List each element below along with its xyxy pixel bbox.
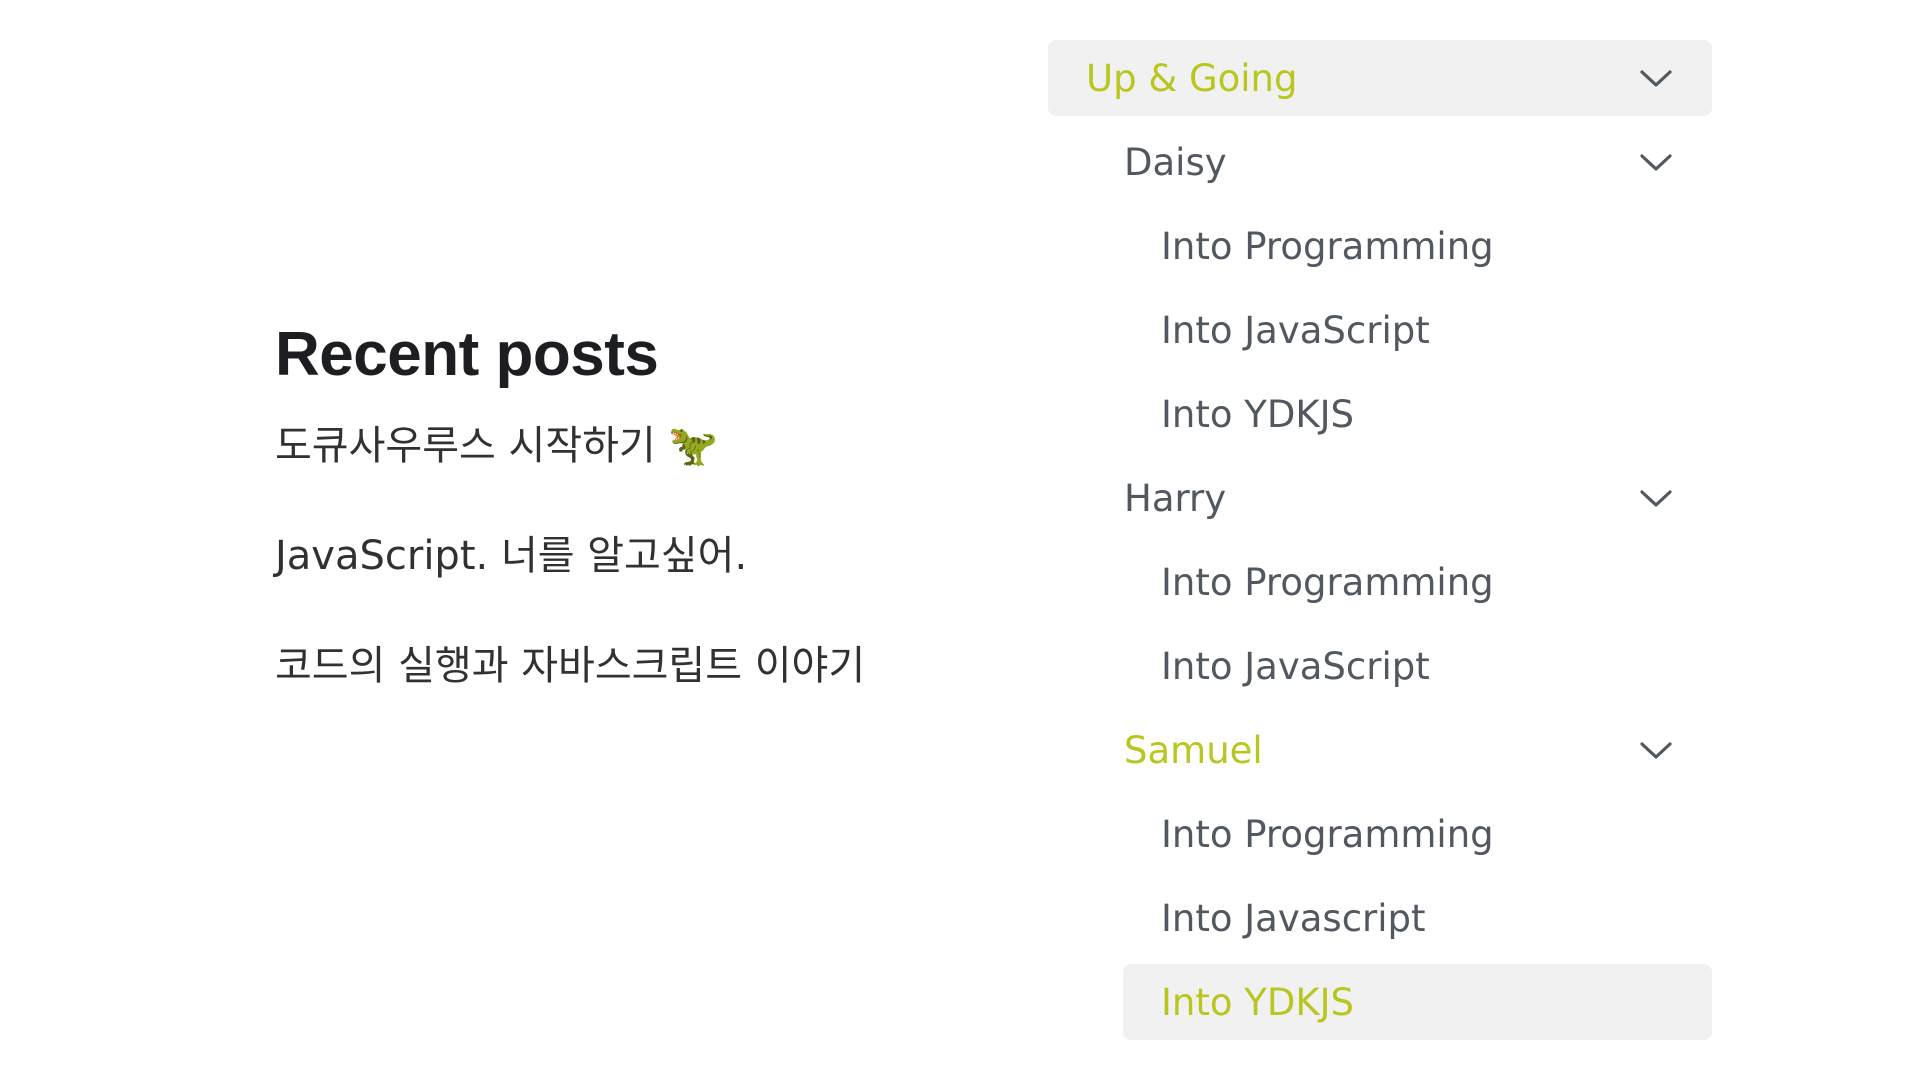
sidebar-item-label: Into JavaScript bbox=[1161, 308, 1430, 352]
sidebar-item-into-programming[interactable]: Into Programming bbox=[1048, 208, 1712, 284]
sidebar-item-into-ydkjs[interactable]: Into YDKJS bbox=[1048, 376, 1712, 452]
chevron-down-icon[interactable] bbox=[1636, 730, 1676, 770]
chevron-down-icon[interactable] bbox=[1636, 58, 1676, 98]
sidebar-group-daisy[interactable]: Daisy bbox=[1048, 124, 1712, 200]
sidebar-group-label: Daisy bbox=[1124, 140, 1227, 184]
sidebar-item-label: Into JavaScript bbox=[1161, 644, 1430, 688]
sidebar-item-label: Into Javascript bbox=[1161, 896, 1426, 940]
sidebar-group-samuel[interactable]: Samuel bbox=[1048, 712, 1712, 788]
chevron-down-icon[interactable] bbox=[1636, 478, 1676, 518]
recent-post-link[interactable]: 코드의 실행과 자바스크립트 이야기 bbox=[275, 640, 975, 692]
sidebar-group-label: Harry bbox=[1124, 476, 1227, 520]
sidebar-item-into-javascript[interactable]: Into JavaScript bbox=[1048, 292, 1712, 368]
sidebar-group-harry[interactable]: Harry bbox=[1048, 460, 1712, 536]
sidebar-item-label: Into Programming bbox=[1161, 224, 1494, 268]
sidebar-item-label: Into YDKJS bbox=[1161, 980, 1355, 1024]
recent-posts-title: Recent posts bbox=[275, 320, 659, 389]
sidebar-item-into-javascript[interactable]: Into Javascript bbox=[1048, 880, 1712, 956]
recent-post-link[interactable]: 도큐사우루스 시작하기 🦖 bbox=[275, 420, 975, 472]
sidebar-item-label: Into Programming bbox=[1161, 812, 1494, 856]
sidebar-item-label: Into YDKJS bbox=[1161, 392, 1355, 436]
recent-post-link[interactable]: JavaScript. 너를 알고싶어. bbox=[275, 530, 975, 582]
recent-posts-list: 도큐사우루스 시작하기 🦖 JavaScript. 너를 알고싶어. 코드의 실… bbox=[275, 420, 975, 692]
sidebar-category-label: Up & Going bbox=[1086, 56, 1298, 100]
page: Recent posts 도큐사우루스 시작하기 🦖 JavaScript. 너… bbox=[0, 0, 1920, 1080]
recent-posts-section: Recent posts 도큐사우루스 시작하기 🦖 JavaScript. 너… bbox=[275, 320, 975, 692]
sidebar-item-into-javascript[interactable]: Into JavaScript bbox=[1048, 628, 1712, 704]
sidebar-menu: Up & Going Daisy Into Programming Into J… bbox=[1048, 40, 1712, 1048]
sidebar-category-up-and-going[interactable]: Up & Going bbox=[1048, 40, 1712, 116]
sidebar-item-label: Into Programming bbox=[1161, 560, 1494, 604]
chevron-down-icon[interactable] bbox=[1636, 142, 1676, 182]
sidebar-group-label: Samuel bbox=[1124, 728, 1263, 772]
sidebar-item-into-programming[interactable]: Into Programming bbox=[1048, 544, 1712, 620]
sidebar-item-into-ydkjs-active[interactable]: Into YDKJS bbox=[1123, 964, 1712, 1040]
sidebar-item-into-programming[interactable]: Into Programming bbox=[1048, 796, 1712, 872]
